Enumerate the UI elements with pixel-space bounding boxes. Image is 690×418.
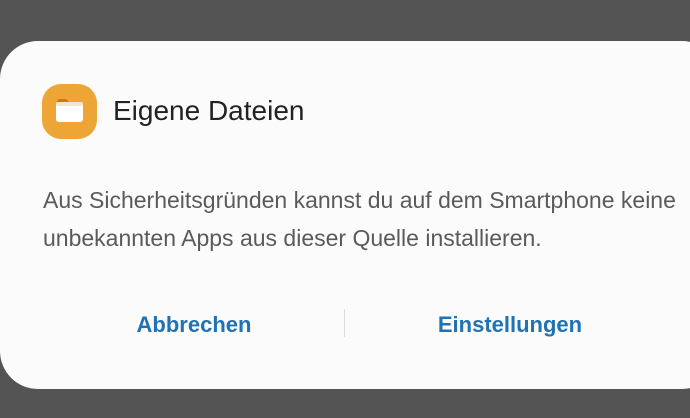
install-blocked-dialog: Eigene Dateien Aus Sicherheitsgründen ka… — [0, 41, 690, 389]
dialog-title: Eigene Dateien — [113, 95, 305, 126]
settings-button[interactable]: Einstellungen — [410, 307, 610, 343]
dialog-message: Aus Sicherheitsgründen kannst du auf dem… — [43, 187, 676, 251]
button-divider — [344, 309, 345, 337]
folder-icon — [42, 84, 97, 139]
cancel-button[interactable]: Abbrechen — [100, 307, 288, 343]
